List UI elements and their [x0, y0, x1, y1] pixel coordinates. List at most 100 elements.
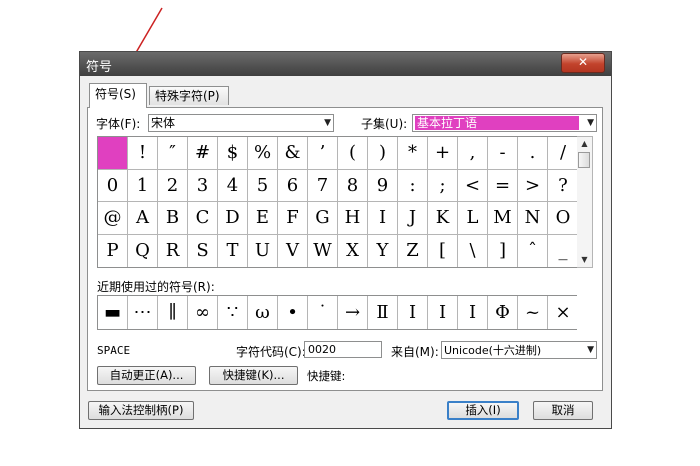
symbol-cell[interactable]	[98, 137, 128, 170]
symbol-cell[interactable]: 8	[338, 169, 368, 202]
symbol-cell[interactable]: >	[518, 169, 548, 202]
recent-symbol-cell[interactable]: Ⅰ	[398, 296, 428, 329]
ime-control-button[interactable]: 输入法控制柄(P)	[88, 401, 194, 420]
symbol-cell[interactable]: E	[248, 202, 278, 235]
recent-symbols: ▬ ⋯ ∥ ∞ ∵ ω • ˙ → Ⅱ Ⅰ Ⅰ Ⅰ Φ ~ ×	[97, 295, 578, 330]
symbol-cell[interactable]: 7	[308, 169, 338, 202]
symbol-cell[interactable]: C	[188, 202, 218, 235]
font-select[interactable]: 宋体 ▼	[148, 114, 334, 132]
subset-select[interactable]: 基本拉丁语 ▼	[412, 114, 597, 132]
symbol-cell[interactable]: U	[248, 234, 278, 267]
tab-special-chars[interactable]: 特殊字符(P)	[149, 86, 229, 105]
symbol-cell[interactable]: =	[488, 169, 518, 202]
symbol-cell[interactable]: 4	[218, 169, 248, 202]
recent-symbol-cell[interactable]: Ⅱ	[368, 296, 398, 329]
symbol-cell[interactable]: !	[128, 137, 158, 170]
symbol-cell[interactable]: T	[218, 234, 248, 267]
recent-symbol-cell[interactable]: Φ	[488, 296, 518, 329]
grid-scrollbar[interactable]: ▲ ▼	[577, 136, 593, 268]
scroll-down-icon[interactable]: ▼	[577, 253, 592, 267]
symbol-cell[interactable]: .	[518, 137, 548, 170]
symbol-cell[interactable]: R	[158, 234, 188, 267]
symbol-cell[interactable]: @	[98, 202, 128, 235]
char-code-input[interactable]: 0020	[304, 341, 382, 358]
symbol-cell[interactable]: S	[188, 234, 218, 267]
subset-value: 基本拉丁语	[415, 116, 579, 130]
shortcut-key-button[interactable]: 快捷键(K)...	[209, 366, 298, 385]
recent-symbol-cell[interactable]: ⋯	[128, 296, 158, 329]
recent-symbol-cell[interactable]: •	[278, 296, 308, 329]
symbol-cell[interactable]: 6	[278, 169, 308, 202]
symbol-cell[interactable]: ˆ	[518, 234, 548, 267]
recent-symbol-cell[interactable]: ~	[518, 296, 548, 329]
symbol-cell[interactable]: ″	[158, 137, 188, 170]
recent-symbol-cell[interactable]: ×	[548, 296, 578, 329]
symbol-cell[interactable]: A	[128, 202, 158, 235]
close-button[interactable]: ✕	[561, 53, 605, 73]
autocorrect-button[interactable]: 自动更正(A)...	[97, 366, 196, 385]
symbol-cell[interactable]: N	[518, 202, 548, 235]
symbol-cell[interactable]: 9	[368, 169, 398, 202]
symbol-cell[interactable]: ,	[458, 137, 488, 170]
symbol-cell[interactable]: \	[458, 234, 488, 267]
symbol-cell[interactable]: )	[368, 137, 398, 170]
from-select[interactable]: Unicode(十六进制) ▼	[441, 341, 597, 359]
symbol-cell[interactable]: 2	[158, 169, 188, 202]
symbol-cell[interactable]: H	[338, 202, 368, 235]
symbol-cell[interactable]: B	[158, 202, 188, 235]
symbol-cell[interactable]: #	[188, 137, 218, 170]
symbol-cell[interactable]: L	[458, 202, 488, 235]
symbol-cell[interactable]: /	[548, 137, 578, 170]
symbol-cell[interactable]: Y	[368, 234, 398, 267]
symbol-cell[interactable]: P	[98, 234, 128, 267]
symbol-cell[interactable]: D	[218, 202, 248, 235]
symbol-cell[interactable]: ?	[548, 169, 578, 202]
recent-symbol-cell[interactable]: Ⅰ	[428, 296, 458, 329]
char-name: SPACE	[97, 344, 131, 357]
symbol-cell[interactable]: ]	[488, 234, 518, 267]
recent-symbol-cell[interactable]: ∵	[218, 296, 248, 329]
recent-symbol-cell[interactable]: →	[338, 296, 368, 329]
symbol-cell[interactable]: O	[548, 202, 578, 235]
symbol-cell[interactable]: [	[428, 234, 458, 267]
symbol-dialog: 符号 ✕ 符号(S) 特殊字符(P) 字体(F): 宋体 ▼ 子集(U): 基本…	[79, 51, 612, 429]
symbol-cell[interactable]: Q	[128, 234, 158, 267]
symbol-cell[interactable]: (	[338, 137, 368, 170]
symbol-cell[interactable]: $	[218, 137, 248, 170]
recent-symbol-cell[interactable]: ∞	[188, 296, 218, 329]
symbol-cell[interactable]: Z	[398, 234, 428, 267]
symbol-cell[interactable]: W	[308, 234, 338, 267]
symbol-cell[interactable]: 5	[248, 169, 278, 202]
scroll-thumb[interactable]	[578, 152, 590, 168]
symbol-cell[interactable]: %	[248, 137, 278, 170]
symbol-cell[interactable]: 0	[98, 169, 128, 202]
symbol-cell[interactable]: M	[488, 202, 518, 235]
symbol-cell[interactable]: ;	[428, 169, 458, 202]
symbol-cell[interactable]: 1	[128, 169, 158, 202]
symbol-cell[interactable]: I	[368, 202, 398, 235]
symbol-cell[interactable]: F	[278, 202, 308, 235]
symbol-cell[interactable]: 3	[188, 169, 218, 202]
insert-button[interactable]: 插入(I)	[447, 401, 519, 420]
symbol-cell[interactable]: &	[278, 137, 308, 170]
cancel-button[interactable]: 取消	[533, 401, 593, 420]
symbol-cell[interactable]: _	[548, 234, 578, 267]
symbol-cell[interactable]: G	[308, 202, 338, 235]
recent-symbol-cell[interactable]: ˙	[308, 296, 338, 329]
symbol-cell[interactable]: X	[338, 234, 368, 267]
symbol-cell[interactable]: +	[428, 137, 458, 170]
recent-symbol-cell[interactable]: Ⅰ	[458, 296, 488, 329]
recent-symbol-cell[interactable]: ▬	[98, 296, 128, 329]
recent-symbol-cell[interactable]: ω	[248, 296, 278, 329]
recent-symbol-cell[interactable]: ∥	[158, 296, 188, 329]
tab-symbols[interactable]: 符号(S)	[89, 83, 147, 108]
symbol-cell[interactable]: V	[278, 234, 308, 267]
symbol-cell[interactable]: J	[398, 202, 428, 235]
symbol-cell[interactable]: -	[488, 137, 518, 170]
symbol-cell[interactable]: *	[398, 137, 428, 170]
scroll-up-icon[interactable]: ▲	[577, 137, 592, 151]
symbol-cell[interactable]: <	[458, 169, 488, 202]
symbol-cell[interactable]: :	[398, 169, 428, 202]
symbol-cell[interactable]: ’	[308, 137, 338, 170]
symbol-cell[interactable]: K	[428, 202, 458, 235]
